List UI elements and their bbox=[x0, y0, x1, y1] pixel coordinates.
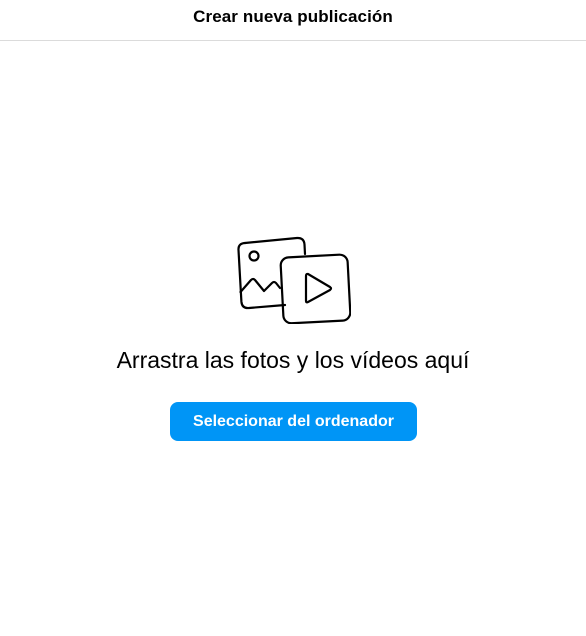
modal-header: Crear nueva publicación bbox=[0, 0, 586, 41]
drop-instructions: Arrastra las fotos y los vídeos aquí bbox=[116, 347, 470, 373]
modal-title: Crear nueva publicación bbox=[193, 6, 393, 26]
select-from-computer-button[interactable]: Seleccionar del ordenador bbox=[170, 402, 417, 441]
create-post-modal: Crear nueva publicación Arrastra las fot… bbox=[0, 0, 586, 636]
photo-video-icon bbox=[237, 236, 351, 324]
drop-zone[interactable]: Arrastra las fotos y los vídeos aquí Sel… bbox=[0, 41, 586, 636]
